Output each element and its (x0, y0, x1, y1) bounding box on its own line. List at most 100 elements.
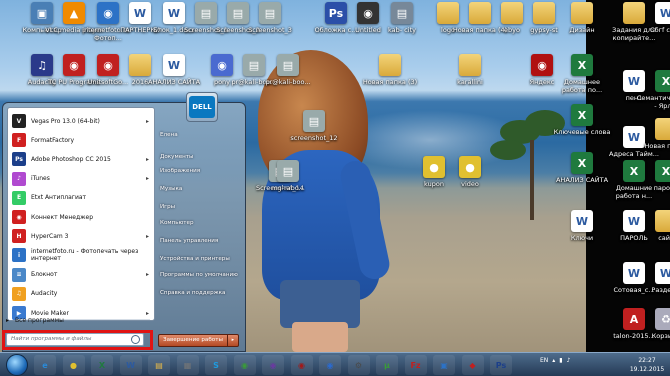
submenu-arrow-icon[interactable]: ▸ (146, 175, 149, 182)
desktop-icon[interactable]: сайт (636, 210, 670, 242)
folder-icon (459, 54, 481, 76)
desktop-icon-label: Дизайн (569, 26, 595, 34)
start-menu: V Vegas Pro 13.0 (64-bit) ▸ F FormatFactory P… (2, 102, 246, 352)
start-menu-place[interactable]: Музыка (155, 183, 243, 195)
desktop-icon[interactable]: X Семантич... ядро - Ярл... (636, 70, 670, 110)
submenu-arrow-icon[interactable]: ▸ (146, 271, 149, 278)
desktop-icon[interactable]: Дизайн (552, 2, 612, 34)
desktop-icon[interactable]: Новая папка (3) (360, 54, 420, 86)
audacity-icon: ♫ (12, 286, 26, 301)
volume-icon[interactable]: ♪ (567, 357, 571, 364)
all-programs-button[interactable]: ▸ Все программы (6, 317, 64, 324)
filezilla-icon[interactable]: Fz (404, 355, 427, 375)
start-menu-program[interactable]: H HyperCam 3 ▸ (10, 226, 152, 246)
calculator-icon[interactable]: ▦ (176, 355, 199, 375)
start-menu-program-label: internetfoto.ru - Фотопечать через интер… (31, 248, 139, 263)
desktop-icon[interactable]: ▤ Screenshot_3 (240, 2, 300, 34)
start-menu-program[interactable]: ♪ iTunes ▸ (10, 169, 152, 189)
desktop-icon[interactable]: ● video (440, 156, 500, 188)
xls-icon: X (655, 70, 670, 92)
start-menu-place[interactable]: Компьютер (155, 217, 243, 229)
xls-icon: X (571, 152, 593, 174)
desktop-icon-label: mg-rabo... (271, 184, 305, 192)
start-menu-program[interactable]: Ps Adobe Photoshop CC 2015 ▸ (10, 149, 152, 169)
shutdown-button[interactable]: Завершение работы (158, 334, 228, 347)
start-menu-places: Елена Документы Изображения Музыка Игры Компь… (155, 117, 245, 317)
desktop-icon[interactable]: W Ключи (552, 210, 612, 242)
shutdown-options-arrow-icon[interactable]: ▸ (227, 334, 239, 347)
start-menu-place[interactable]: Панель управления (155, 235, 243, 247)
app-icon[interactable]: ◆ (461, 355, 484, 375)
ie-icon[interactable]: e (34, 355, 56, 375)
start-menu-program[interactable]: ◉ Коннект Менеджер (10, 207, 152, 227)
desktop-icon[interactable]: W Сбгf сайт (636, 2, 670, 34)
start-menu-place[interactable]: Документы (155, 151, 243, 163)
start-menu-program-label: Vegas Pro 13.0 (64-bit) (31, 117, 100, 125)
image-icon: ▤ (391, 2, 413, 24)
desktop-icon[interactable]: Xпароли (636, 160, 670, 192)
desktop-icon[interactable]: W Разделы (636, 262, 670, 294)
desktop-icon[interactable]: X Домашнее работа по... (552, 54, 612, 94)
folder-icon (655, 118, 670, 140)
desktop-icon[interactable]: ▤ screenshot_12 (284, 110, 344, 142)
start-menu-place[interactable]: Программы по умолчанию (155, 269, 243, 281)
desktop-icon-label: Screenshot_3 (248, 26, 292, 34)
desktop-icon[interactable]: ▤ mg-rabo... (258, 160, 318, 192)
clock[interactable]: 22:27 19.12.2015 (626, 356, 668, 374)
start-button[interactable] (6, 354, 28, 376)
submenu-arrow-icon[interactable]: ▸ (146, 156, 149, 163)
clock-date: 19.12.2015 (629, 366, 665, 373)
app-icon[interactable]: ◉ (262, 355, 284, 375)
skype-icon[interactable]: S (205, 355, 227, 375)
desktop-icon[interactable]: ▤ pr@kali-boo... (258, 54, 318, 86)
language-indicator[interactable]: EN (540, 357, 548, 364)
start-menu-program[interactable]: i internetfoto.ru - Фотопечать через инте… (10, 245, 152, 265)
desktop-icon[interactable]: karallini (440, 54, 500, 86)
start-menu-place[interactable]: Игры (155, 201, 243, 213)
xls-icon: X (655, 160, 670, 182)
start-menu-program[interactable]: E Etxt Антиплагиат (10, 188, 152, 208)
start-menu-place[interactable]: Изображения (155, 165, 243, 177)
desktop-icon[interactable]: X Ключевые слова (552, 104, 612, 136)
tray-arrow-icon[interactable]: ▴ (552, 357, 555, 364)
start-menu-program[interactable]: ♫ Audacity (10, 284, 152, 304)
explorer-icon[interactable]: ▤ (148, 355, 170, 375)
submenu-arrow-icon[interactable]: ▸ (146, 310, 149, 317)
network-icon[interactable]: ▮ (559, 357, 562, 364)
excel-icon[interactable]: X (91, 355, 113, 375)
start-menu-program-list: V Vegas Pro 13.0 (64-bit) ▸ F FormatFactory P… (7, 107, 155, 321)
app-icon[interactable]: ◉ (233, 355, 256, 375)
app-icon[interactable]: ▣ (433, 355, 455, 375)
start-menu-place[interactable]: Устройства и принтеры (155, 253, 243, 265)
desktop-icon-label: karallini (457, 78, 483, 86)
desktop-icon[interactable]: ♻ Корзина (636, 308, 670, 340)
photoshop-icon[interactable]: Ps (490, 355, 512, 375)
all-programs-arrow-icon: ▸ (6, 317, 10, 324)
start-menu-place[interactable]: Елена (155, 129, 243, 141)
utorrent-icon[interactable]: μ (376, 355, 398, 375)
app-icon[interactable]: ⚙ (347, 355, 370, 375)
chrome-icon[interactable]: ● (62, 355, 85, 375)
start-menu-program[interactable]: V Vegas Pro 13.0 (64-bit) ▸ (10, 111, 152, 131)
formatfactory-icon: F (12, 133, 26, 148)
start-menu-program[interactable]: F FormatFactory (10, 130, 152, 150)
desktop-icon[interactable]: X АНАЛИЗ САЙТА (552, 152, 612, 184)
app-icon[interactable]: ◉ (319, 355, 341, 375)
shutdown-control[interactable]: Завершение работы ▸ (158, 334, 239, 347)
desktop-icon-label: Новая папка (644, 142, 670, 150)
submenu-arrow-icon[interactable]: ▸ (146, 233, 149, 240)
app-icon[interactable]: ◉ (290, 355, 313, 375)
submenu-arrow-icon[interactable]: ▸ (146, 118, 149, 125)
start-menu-program[interactable]: ≡ Блокнот ▸ (10, 265, 152, 285)
desktop-icon-label: screenshot_12 (290, 134, 338, 142)
start-menu-program-label: Audacity (31, 290, 58, 298)
vegas-icon: V (12, 114, 26, 128)
desktop-icon-label: Новая папка (3) (362, 78, 418, 86)
system-tray: EN ▴ ▮ ♪ (540, 357, 570, 364)
word-icon[interactable]: W (119, 355, 142, 375)
hypercam-icon: H (12, 229, 26, 244)
user-picture[interactable]: DELL (186, 92, 218, 122)
desktop-icon[interactable]: Новая папка (636, 118, 670, 150)
start-menu-place[interactable]: Справка и поддержка (155, 287, 243, 299)
highlight-rectangle (2, 330, 153, 350)
